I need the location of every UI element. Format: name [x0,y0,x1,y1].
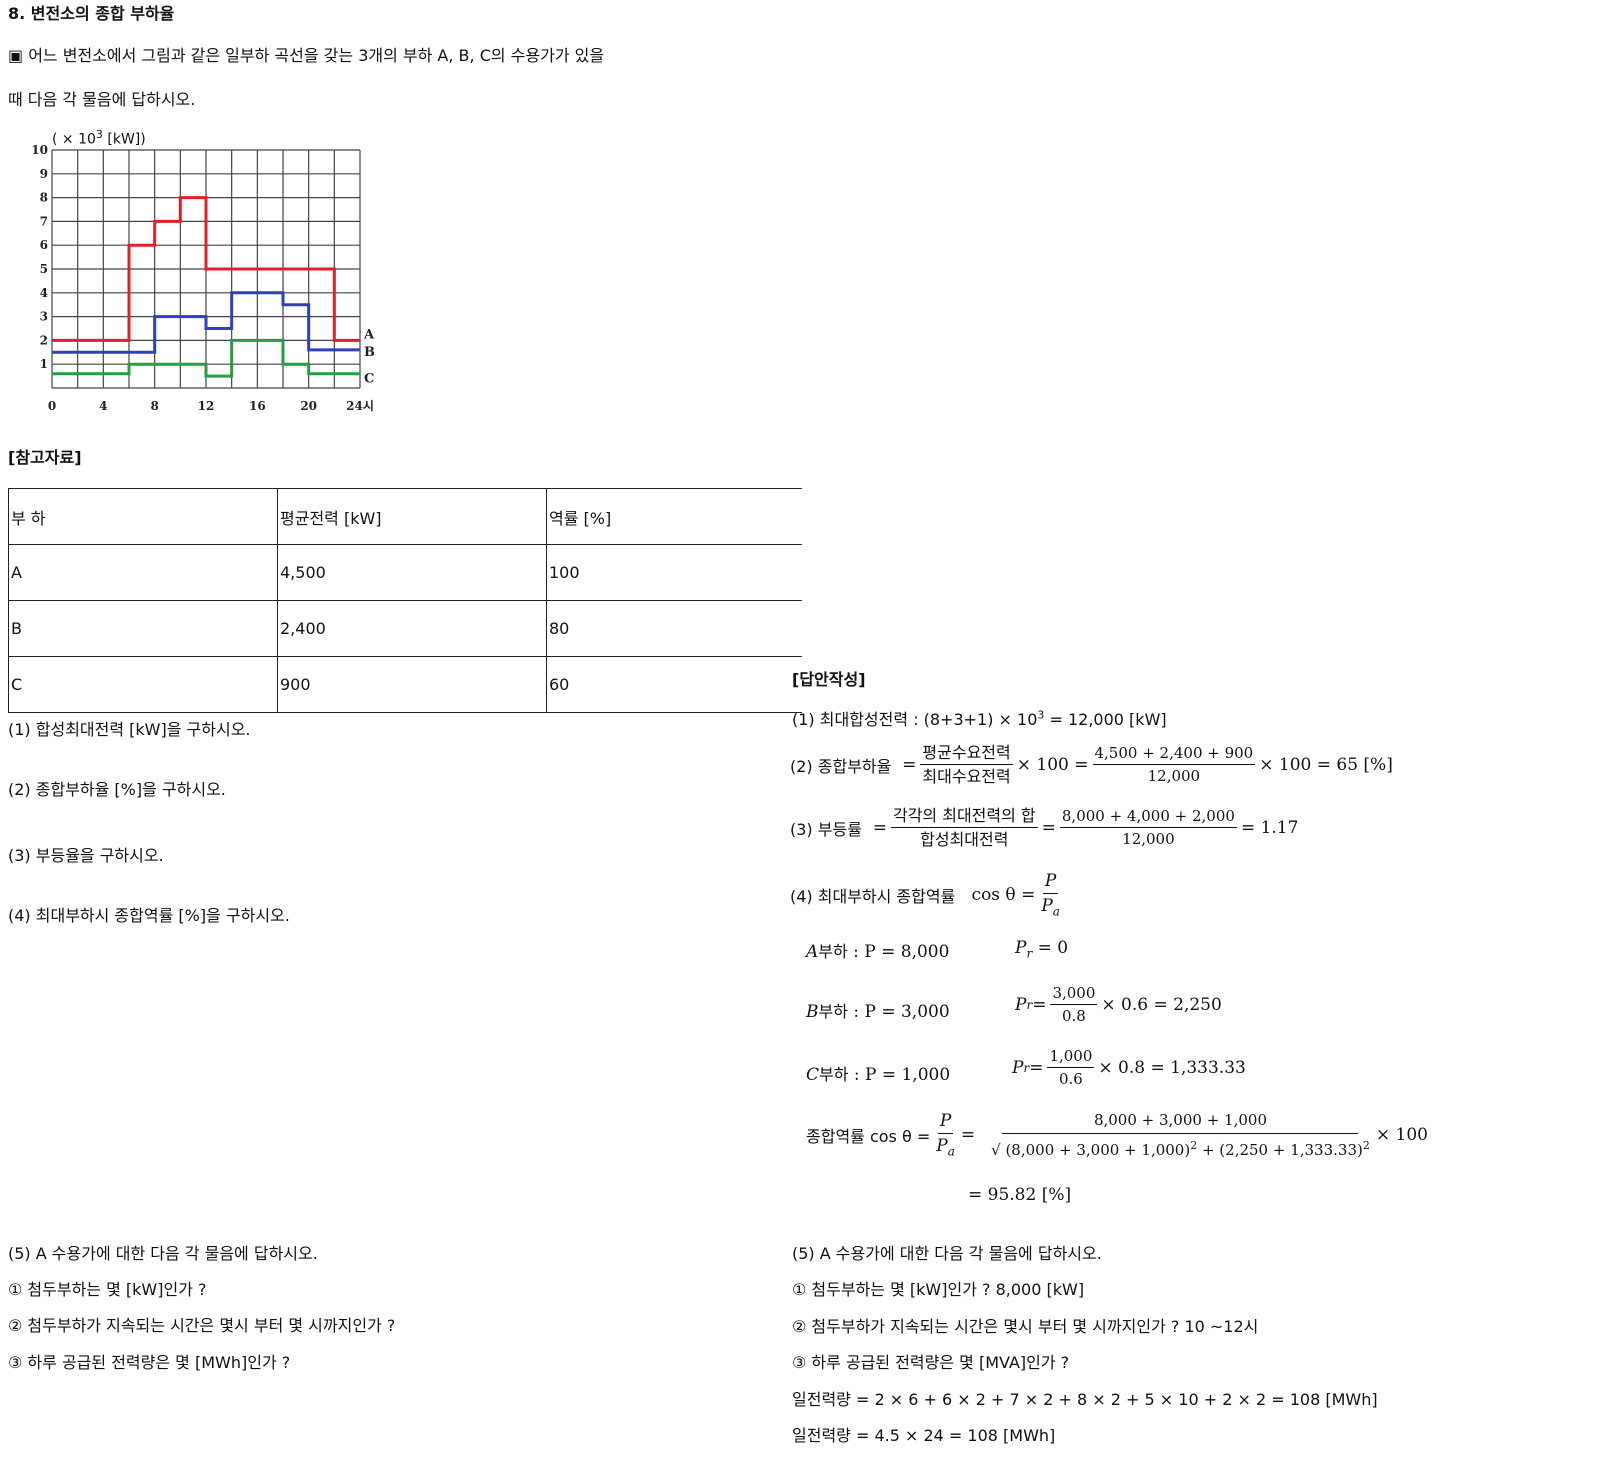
table-cell: B [8,600,278,657]
x-tick-label: 20 [300,399,317,413]
table-cell: 4,500 [277,544,547,601]
question-5-2: ② 첨두부하가 지속되는 시간은 몇시 부터 몇 시까지인가 ? [8,1316,396,1335]
answer-total-result: = 95.82 [%] [968,1185,1072,1205]
answer-5-3: ③ 하루 공급된 전력량은 몇 [MVA]인가 ? [792,1353,1070,1372]
x-tick-label: 0 [48,399,56,413]
answer-4: (4) 최대부하시 종합역률 cos θ = P Pa [790,871,1060,919]
question-5-3: ③ 하루 공급된 전력량은 몇 [MWh]인가 ? [8,1353,291,1372]
reference-heading: [참고자료] [8,448,82,467]
question-2: (2) 종합부하율 [%]을 구하시오. [8,780,226,799]
question-5-1: ① 첨두부하는 몇 [kW]인가 ? [8,1280,207,1299]
problem-title: 8. 변전소의 종합 부하율 [8,4,175,23]
problem-intro-line2: 때 다음 각 물음에 답하시오. [8,90,196,109]
series-label-b: B [364,345,375,360]
x-tick-label: 12 [198,399,215,413]
table-cell: 900 [277,656,547,713]
table-row: C 900 60 [8,656,802,713]
answer-load-b-reactive: Pr = 3,000 0.8 × 0.6 = 2,250 [1015,984,1222,1025]
table-header-cell: 평균전력 [kW] [277,488,547,545]
table-cell: 2,400 [277,600,547,657]
answer-load-a-reactive: Pr = 0 [1015,938,1069,961]
x-tick-label: 4 [99,399,107,413]
answer-3: (3) 부등률 = 각각의 최대전력의 합 합성최대전력 = 8,000 + 4,… [790,806,1299,849]
y-tick-label: 1 [40,357,48,371]
y-tick-label: 10 [31,143,48,157]
answer-load-c-reactive: Pr = 1,000 0.6 × 0.8 = 1,333.33 [1012,1047,1246,1088]
series-label-c: C [364,372,374,387]
question-1: (1) 합성최대전력 [kW]을 구하시오. [8,720,251,739]
x-tick-label: 24시 [346,399,374,413]
answer-load-b: B부하 : P = 3,000 [806,1002,950,1022]
table-header-cell: 역률 [%] [546,488,802,545]
x-tick-label: 16 [249,399,266,413]
load-curve-chart: ABC 0 4 8 12 16 20 24시12345678910 [31,143,375,413]
answer-total-pf: 종합역률 cos θ = P Pa = 8,000 + 3,000 + 1,000… [806,1111,1428,1159]
y-tick-label: 4 [40,286,48,300]
table-header-row: 부 하 평균전력 [kW] 역률 [%] [8,488,802,545]
chart-unit-label: ( × 103 [kW]) [52,128,146,148]
answer-5-energy-2: 일전력량 = 4.5 × 24 = 108 [MWh] [792,1426,1056,1445]
y-tick-label: 3 [40,310,48,324]
answer-heading: [답안작성] [792,670,866,689]
question-4: (4) 최대부하시 종합역률 [%]을 구하시오. [8,906,290,925]
answer-2: (2) 종합부하율 = 평균수요전력 최대수요전력 × 100 = 4,500 +… [790,743,1393,786]
answer-1: (1) 최대합성전력 : (8+3+1) × 103 = 12,000 [kW] [792,708,1167,729]
answer-5-1: ① 첨두부하는 몇 [kW]인가 ? 8,000 [kW] [792,1280,1085,1299]
table-header-cell: 부 하 [8,488,278,545]
table-cell: C [8,656,278,713]
problem-intro-line1: ▣ 어느 변전소에서 그림과 같은 일부하 곡선을 갖는 3개의 부하 A, B… [8,46,605,65]
answer-5-2: ② 첨두부하가 지속되는 시간은 몇시 부터 몇 시까지인가 ? 10 ~12시 [792,1317,1259,1336]
table-cell: 60 [546,656,802,713]
y-tick-label: 6 [40,238,48,252]
question-3: (3) 부등율을 구하시오. [8,846,164,865]
table-cell: 80 [546,600,802,657]
y-tick-label: 9 [40,167,48,181]
table-cell: A [8,544,278,601]
y-tick-label: 2 [40,333,48,347]
table-row: A 4,500 100 [8,544,802,601]
y-tick-label: 5 [40,262,48,276]
question-5: (5) A 수용가에 대한 다음 각 물음에 답하시오. [8,1244,318,1263]
x-tick-label: 8 [150,399,158,413]
series-label-a: A [363,327,375,342]
answer-load-c: C부하 : P = 1,000 [806,1065,951,1085]
answer-load-a: A부하 : P = 8,000 [806,942,950,962]
reference-table: 부 하 평균전력 [kW] 역률 [%] A 4,500 100 B 2,400… [8,488,802,713]
chart-series: ABC [52,196,375,387]
y-tick-label: 8 [40,191,48,205]
table-cell: 100 [546,544,802,601]
answer-5: (5) A 수용가에 대한 다음 각 물음에 답하시오. [792,1244,1102,1263]
y-tick-label: 7 [40,214,48,228]
answer-5-energy-1: 일전력량 = 2 × 6 + 6 × 2 + 7 × 2 + 8 × 2 + 5… [792,1390,1378,1409]
table-row: B 2,400 80 [8,600,802,657]
